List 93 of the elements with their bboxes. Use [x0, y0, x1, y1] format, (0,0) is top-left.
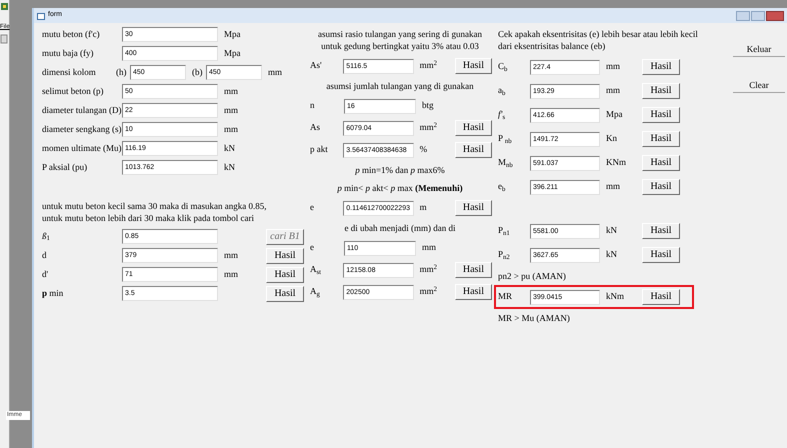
unit-label: btg [422, 100, 434, 110]
unit-label: KNm [606, 157, 626, 168]
field-label: MR [498, 290, 514, 304]
app-icon [0, 2, 9, 11]
field-label: e [310, 201, 315, 214]
hasil-button[interactable]: Hasil [642, 107, 680, 123]
field-label: diameter tulangan (D) [42, 104, 120, 117]
hasil-button[interactable]: Hasil [454, 58, 492, 74]
unit-label: mm [422, 242, 436, 252]
field-label: M$_{nb}$ [498, 156, 514, 170]
action-button[interactable]: Clear [733, 79, 785, 93]
field-label: dimensi kolom [42, 66, 97, 79]
hasil-button[interactable]: Hasil [642, 155, 680, 171]
unit-label: mm [224, 124, 238, 134]
field-label: mutu baja (fy) [42, 46, 94, 60]
field-label: P aksial (pu) [42, 160, 88, 174]
unit-label: mm [606, 181, 620, 192]
field-label: A$_{g}$ [310, 285, 321, 299]
field-label: mutu beton (f'c) [42, 28, 101, 41]
field-label: selimut beton (p) [42, 84, 104, 98]
note-text: asumsi rasio tulangan yang sering di gunakan untuk gedung bertingkat yaitu 3% atau 0.03 [317, 28, 483, 53]
unit-label: mm [606, 61, 620, 72]
unit-label: Mpa [224, 48, 240, 58]
unit-label: kN [606, 249, 617, 260]
field-label: diameter sengkang (s) [42, 122, 120, 136]
note-text: untuk mutu beton kecil sama 30 maka di masukan angka 0.85, untuk mutu beton lebih dari 30 maka klik pada tombol cari [42, 200, 268, 225]
field-label: P$_{n2}$ [498, 248, 511, 262]
note-text: p min< p akt< p max (Memenuhi) [336, 182, 464, 195]
unit-label: mm [224, 250, 238, 260]
hasil-button[interactable]: Hasil [642, 289, 680, 305]
note-text: pn2 > pu (AMAN) [498, 270, 567, 283]
unit-label: mm [606, 85, 620, 96]
field-label: momen ultimate (Mu) [42, 142, 120, 155]
hasil-button[interactable]: Hasil [642, 179, 680, 195]
field-label: As' [310, 59, 323, 72]
field-label: ß$_{1}$ [42, 230, 51, 244]
unit-label: mm [268, 66, 282, 79]
unit-label: mm$^{2}$ [420, 264, 437, 274]
field-label: (h) [116, 66, 128, 79]
hasil-button[interactable]: Hasil [642, 59, 680, 75]
close-button[interactable] [766, 10, 784, 20]
field-label: A$_{st}$ [310, 263, 322, 277]
field-label: n [310, 99, 316, 112]
unit-label: m [420, 202, 427, 212]
note-text: asumsi jumlah tulangan yang di gunakan [325, 80, 475, 93]
hasil-button[interactable]: Hasil [454, 200, 492, 216]
hasil-button[interactable]: Hasil [454, 284, 492, 300]
field-label: p akt [310, 143, 329, 156]
field-label: e$_{b}$ [498, 180, 506, 194]
field-label: e [310, 241, 315, 254]
field-label: P $_{nb}$ [498, 132, 513, 146]
hasil-button[interactable]: Hasil [266, 286, 304, 302]
note-text: p min=1% dan p max6% [354, 164, 446, 177]
hasil-button[interactable]: Hasil [642, 247, 680, 263]
hasil-button[interactable]: Hasil [642, 223, 680, 239]
unit-label: mm [224, 86, 238, 96]
note-text: Cek apakah eksentrisitas (e) lebih besar atau lebih kecil dari eksentrisitas balance (eb) [498, 28, 698, 53]
unit-label: mm$^{2}$ [420, 286, 437, 296]
toolbar-icon[interactable] [0, 34, 8, 44]
hasil-button[interactable]: Hasil [454, 120, 492, 136]
field-label: d [42, 248, 48, 262]
unit-label: mm [224, 104, 238, 115]
unit-label: Mpa [606, 109, 622, 120]
hasil-button[interactable]: Hasil [266, 248, 304, 264]
field-label: f'$_{s}$ [498, 108, 506, 122]
unit-label: mm$^{2}$ [420, 60, 437, 70]
field-label: As [310, 121, 322, 134]
form-icon [37, 12, 45, 20]
unit-label: % [420, 144, 428, 154]
hasil-button[interactable]: Hasil [266, 266, 304, 282]
hasil-button[interactable]: Hasil [454, 262, 492, 278]
field-label: P$_{n1}$ [498, 224, 511, 238]
hasil-button[interactable]: Hasil [642, 83, 680, 99]
unit-label: mm$^{2}$ [420, 122, 437, 132]
unit-label: kN [606, 225, 617, 236]
field-label: a$_{b}$ [498, 84, 506, 98]
minimize-button[interactable] [736, 10, 750, 20]
note-text: e di ubah menjadi (mm) dan di [344, 222, 456, 235]
unit-label: mm [224, 268, 238, 279]
unit-label: Kn [606, 133, 617, 144]
unit-label: kNm [606, 291, 624, 302]
field-label: d' [42, 268, 50, 281]
field-label: C$_{b}$ [498, 60, 508, 74]
field-label: p min [42, 286, 64, 300]
field-label: (b) [192, 66, 204, 79]
unit-label: kN [224, 162, 235, 172]
hasil-button[interactable]: Hasil [454, 142, 492, 158]
note-text: MR > Mu (AMAN) [498, 312, 571, 325]
maximize-button[interactable] [751, 10, 765, 20]
action-button[interactable]: Keluar [733, 43, 785, 57]
unit-label: kN [224, 142, 235, 153]
hasil-button[interactable]: Hasil [642, 131, 680, 147]
unit-label: Mpa [224, 28, 240, 39]
